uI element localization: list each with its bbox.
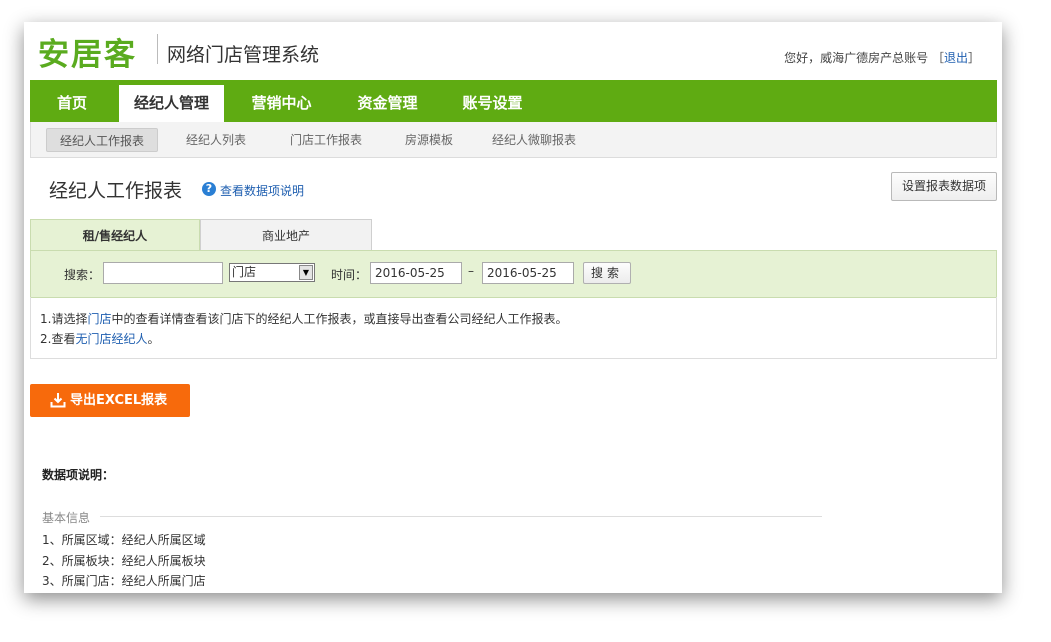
date-range-dash: – <box>468 264 474 278</box>
report-settings-button[interactable]: 设置报表数据项 <box>891 172 997 201</box>
nav-tab-home[interactable]: 首页 <box>30 85 114 122</box>
page-title: 经纪人工作报表 <box>49 180 183 202</box>
select-value: 门店 <box>232 265 257 279</box>
tab-rent-sale-agents[interactable]: 租/售经纪人 <box>30 219 200 251</box>
system-title: 网络门店管理系统 <box>167 44 320 66</box>
no-store-agents-link[interactable]: 无门店经纪人 <box>75 332 147 346</box>
download-icon <box>50 393 66 408</box>
search-input[interactable] <box>103 262 223 284</box>
description-item: 1、所属区域：经纪人所属区域 <box>42 533 206 547</box>
search-type-select[interactable]: 门店 ▼ <box>229 263 315 282</box>
description-item: 2、所属板块：经纪人所属板块 <box>42 554 206 568</box>
tab-commercial-property[interactable]: 商业地产 <box>200 219 372 251</box>
logo: 安居客 <box>38 37 137 73</box>
greeting-text: 您好，威海广德房产总账号 <box>784 51 929 65</box>
nav-tab-agent-management[interactable]: 经纪人管理 <box>119 85 224 122</box>
search-button[interactable]: 搜索 <box>583 262 631 284</box>
subnav-agent-chat-report[interactable]: 经纪人微聊报表 <box>478 128 590 152</box>
description-item: 3、所属门店：经纪人所属门店 <box>42 574 206 588</box>
filter-tabs: 租/售经纪人 商业地产 <box>30 219 997 251</box>
instruction-1-prefix: 1.请选择 <box>40 312 88 326</box>
section-basic-info: 基本信息 <box>42 511 91 525</box>
nav-tab-finance[interactable]: 资金管理 <box>345 85 430 122</box>
store-link[interactable]: 门店 <box>87 312 111 326</box>
instructions-box: 1.请选择门店中的查看详情查看该门店下的经纪人工作报表，或直接导出查看公司经纪人… <box>30 297 997 359</box>
logout-link[interactable]: 退出 <box>944 51 968 65</box>
subnav-listing-template[interactable]: 房源模板 <box>389 128 469 152</box>
section-divider <box>100 516 822 517</box>
subnav-agent-work-report[interactable]: 经纪人工作报表 <box>46 128 158 152</box>
filter-bar: 搜索： 门店 ▼ 时间： – 搜索 <box>30 250 997 298</box>
instruction-line-1: 1.请选择门店中的查看详情查看该门店下的经纪人工作报表，或直接导出查看公司经纪人… <box>40 309 996 329</box>
bracket-open: ［ <box>931 51 944 65</box>
instruction-line-2: 2.查看无门店经纪人。 <box>40 329 996 349</box>
subnav-store-work-report[interactable]: 门店工作报表 <box>276 128 376 152</box>
export-excel-button[interactable]: 导出EXCEL报表 <box>30 384 190 417</box>
chevron-down-icon[interactable]: ▼ <box>299 265 313 280</box>
sub-nav: 经纪人工作报表 经纪人列表 门店工作报表 房源模板 经纪人微聊报表 <box>30 122 997 158</box>
main-nav: 首页 经纪人管理 营销中心 资金管理 账号设置 <box>30 80 997 122</box>
data-description-title: 数据项说明： <box>42 468 115 482</box>
end-date-input[interactable] <box>482 262 574 284</box>
user-greeting: 您好，威海广德房产总账号 ［退出］ <box>784 49 980 66</box>
start-date-input[interactable] <box>370 262 462 284</box>
instruction-2-prefix: 2.查看 <box>40 332 76 346</box>
time-label: 时间： <box>331 268 368 282</box>
instruction-2-suffix: 。 <box>147 332 160 346</box>
nav-tab-marketing[interactable]: 营销中心 <box>239 85 324 122</box>
export-button-label: 导出EXCEL报表 <box>70 393 168 408</box>
bracket-close: ］ <box>967 51 980 65</box>
subnav-agent-list[interactable]: 经纪人列表 <box>171 128 261 152</box>
instruction-1-suffix: 中的查看详情查看该门店下的经纪人工作报表，或直接导出查看公司经纪人工作报表。 <box>111 312 568 326</box>
nav-tab-account-settings[interactable]: 账号设置 <box>450 85 535 122</box>
header: 安居客 网络门店管理系统 您好，威海广德房产总账号 ［退出］ <box>24 22 1002 80</box>
help-icon[interactable]: ? <box>202 182 216 196</box>
data-help-link[interactable]: 查看数据项说明 <box>220 182 304 199</box>
logo-divider <box>157 34 158 64</box>
app-window: 安居客 网络门店管理系统 您好，威海广德房产总账号 ［退出］ 首页 经纪人管理 … <box>24 22 1002 593</box>
search-label: 搜索： <box>64 268 101 282</box>
